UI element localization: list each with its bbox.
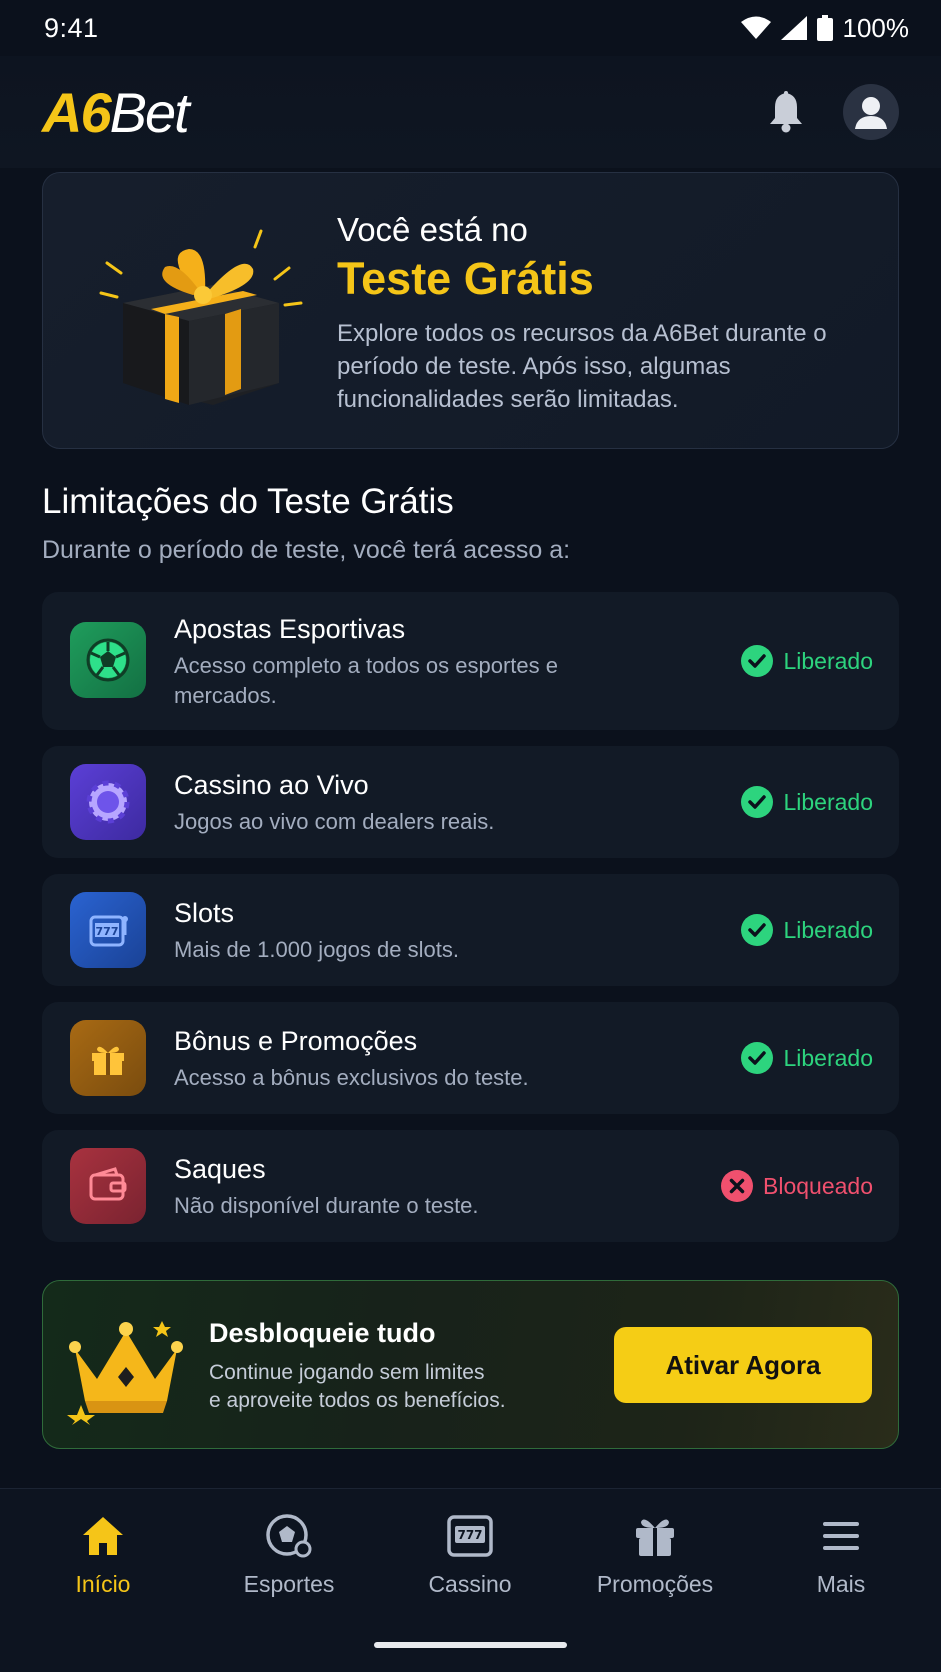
home-indicator[interactable] xyxy=(374,1642,567,1648)
nav-item-mais[interactable]: Mais xyxy=(761,1511,921,1598)
slot-machine-icon: 777 xyxy=(70,892,146,968)
check-circle-icon xyxy=(741,645,774,677)
casino-chip-icon xyxy=(70,764,146,840)
check-circle-icon xyxy=(741,786,774,818)
logo-bet: Bet xyxy=(109,80,190,144)
trial-hero-card: Você está no Teste Grátis Explore todos … xyxy=(42,172,899,449)
nav-item-inicio[interactable]: Início xyxy=(23,1511,183,1598)
unlock-cta-card: Desbloqueie tudo Continue jogando sem li… xyxy=(42,1280,899,1449)
cta-text: Desbloqueie tudo Continue jogando sem li… xyxy=(209,1318,506,1415)
bell-icon[interactable] xyxy=(767,91,805,133)
soccer-ball-icon xyxy=(70,622,146,698)
feature-description: Não disponível durante o teste. xyxy=(174,1193,479,1218)
hero-pre-title: Você está no xyxy=(337,211,528,248)
activate-now-button[interactable]: Ativar Agora xyxy=(614,1327,872,1403)
battery-icon xyxy=(816,15,833,41)
nav-label: Início xyxy=(75,1571,131,1597)
check-circle-icon xyxy=(741,914,774,946)
feature-text: Apostas Esportivas Acesso completo a tod… xyxy=(174,614,594,711)
cta-title: Desbloqueie tudo xyxy=(209,1318,436,1348)
status-badge: Liberado xyxy=(741,1042,873,1074)
status-time: 9:41 xyxy=(44,12,99,43)
feature-description: Acesso a bônus exclusivos do teste. xyxy=(174,1065,529,1090)
status-badge: Liberado xyxy=(741,914,873,946)
feature-row-saques[interactable]: Saques Não disponível durante o teste. B… xyxy=(42,1130,899,1242)
svg-text:777: 777 xyxy=(96,925,119,938)
feature-description: Jogos ao vivo com dealers reais. xyxy=(174,809,495,834)
feature-text: Saques Não disponível durante o teste. xyxy=(174,1154,594,1221)
status-label: Liberado xyxy=(783,1044,873,1071)
feature-title: Cassino ao Vivo xyxy=(174,770,369,800)
feature-row-slots[interactable]: 777 Slots Mais de 1.000 jogos de slots. … xyxy=(42,874,899,986)
status-badge: Bloqueado xyxy=(721,1170,873,1202)
wallet-icon xyxy=(70,1148,146,1224)
nav-label: Mais xyxy=(816,1571,866,1597)
status-label: Liberado xyxy=(783,916,873,943)
logo-a6: A6 xyxy=(42,80,112,144)
cta-description-line2: e aproveite todos os benefícios. xyxy=(209,1389,506,1412)
svg-text:777: 777 xyxy=(457,1528,482,1542)
limits-title: Limitações do Teste Grátis xyxy=(42,482,454,521)
nav-item-cassino[interactable]: 777 Cassino xyxy=(390,1511,550,1598)
gift-icon xyxy=(628,1511,682,1561)
limits-subtitle: Durante o período de teste, você terá ac… xyxy=(42,536,571,564)
status-label: Liberado xyxy=(783,788,873,815)
nav-label: Promoções xyxy=(596,1571,714,1597)
cta-description-line1: Continue jogando sem limites xyxy=(209,1361,485,1384)
status-label: Bloqueado xyxy=(763,1172,873,1199)
crown-icon xyxy=(67,1321,183,1425)
feature-text: Bônus e Promoções Acesso a bônus exclusi… xyxy=(174,1026,594,1093)
feature-text: Cassino ao Vivo Jogos ao vivo com dealer… xyxy=(174,770,594,837)
nav-label: Esportes xyxy=(243,1571,335,1597)
nav-item-esportes[interactable]: Esportes xyxy=(209,1511,369,1598)
nav-label: Cassino xyxy=(428,1571,512,1597)
hero-title: Teste Grátis xyxy=(337,253,594,304)
hero-description: Explore todos os recursos da A6Bet duran… xyxy=(337,320,827,413)
header-actions xyxy=(767,84,899,140)
feature-row-bonus[interactable]: Bônus e Promoções Acesso a bônus exclusi… xyxy=(42,1002,899,1114)
signal-icon xyxy=(780,16,807,40)
cta-description: Continue jogando sem limites e aproveite… xyxy=(209,1359,506,1415)
feature-title: Saques xyxy=(174,1154,266,1184)
menu-icon xyxy=(814,1511,868,1561)
app-logo[interactable]: A6 Bet xyxy=(42,80,190,145)
app-header: A6 Bet xyxy=(0,56,941,168)
feature-description: Acesso completo a todos os esportes e me… xyxy=(174,653,558,708)
soccer-ball-icon xyxy=(262,1511,316,1561)
status-label: Liberado xyxy=(783,647,873,674)
gift-icon xyxy=(70,1020,146,1096)
wifi-icon xyxy=(740,16,771,39)
feature-row-cassino[interactable]: Cassino ao Vivo Jogos ao vivo com dealer… xyxy=(42,746,899,858)
slot-machine-icon: 777 xyxy=(443,1511,497,1561)
feature-title: Bônus e Promoções xyxy=(174,1026,418,1056)
hero-text: Você está no Teste Grátis Explore todos … xyxy=(337,211,857,416)
feature-title: Apostas Esportivas xyxy=(174,614,406,644)
battery-percent: 100% xyxy=(842,12,910,43)
gift-box-icon xyxy=(99,229,303,405)
nav-item-promocoes[interactable]: Promoções xyxy=(575,1511,735,1598)
feature-description: Mais de 1.000 jogos de slots. xyxy=(174,937,459,962)
status-badge: Liberado xyxy=(741,645,873,677)
status-bar: 9:41 100% xyxy=(0,0,941,56)
feature-title: Slots xyxy=(174,898,235,928)
home-icon xyxy=(76,1511,130,1561)
status-icons: 100% xyxy=(740,12,910,44)
x-circle-icon xyxy=(721,1170,753,1202)
feature-row-apostas[interactable]: Apostas Esportivas Acesso completo a tod… xyxy=(42,592,899,730)
status-badge: Liberado xyxy=(741,786,873,818)
feature-text: Slots Mais de 1.000 jogos de slots. xyxy=(174,898,594,965)
check-circle-icon xyxy=(741,1042,774,1074)
user-avatar-icon[interactable] xyxy=(843,84,899,140)
